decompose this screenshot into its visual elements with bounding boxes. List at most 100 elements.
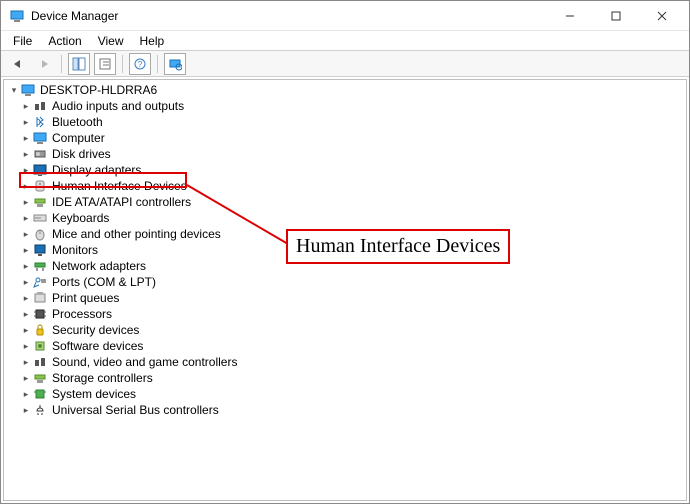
content-area: DESKTOP-HLDRRA6 Audio inputs and outputs… <box>1 77 689 503</box>
category-label: IDE ATA/ATAPI controllers <box>52 194 191 210</box>
caret-closed-icon[interactable] <box>20 162 32 178</box>
caret-closed-icon[interactable] <box>20 210 32 226</box>
scan-hardware-button[interactable] <box>164 53 186 75</box>
menu-file[interactable]: File <box>9 33 36 49</box>
category-icon <box>32 370 48 386</box>
category-label: Software devices <box>52 338 143 354</box>
category-node[interactable]: IDE ATA/ATAPI controllers <box>18 194 686 210</box>
category-icon <box>32 338 48 354</box>
category-node[interactable]: Computer <box>18 130 686 146</box>
annotation-callout-text: Human Interface Devices <box>296 235 500 257</box>
caret-closed-icon[interactable] <box>20 290 32 306</box>
caret-closed-icon[interactable] <box>20 226 32 242</box>
category-icon <box>32 290 48 306</box>
category-icon <box>32 162 48 178</box>
category-node[interactable]: Print queues <box>18 290 686 306</box>
category-node[interactable]: Disk drives <box>18 146 686 162</box>
category-label: Universal Serial Bus controllers <box>52 402 219 418</box>
caret-closed-icon[interactable] <box>20 386 32 402</box>
category-node[interactable]: Software devices <box>18 338 686 354</box>
category-label: Display adapters <box>52 162 141 178</box>
category-icon <box>32 306 48 322</box>
category-node[interactable]: Processors <box>18 306 686 322</box>
maximize-button[interactable] <box>593 1 639 31</box>
category-node[interactable]: Sound, video and game controllers <box>18 354 686 370</box>
category-label: Human Interface Devices <box>52 178 187 194</box>
category-icon <box>32 354 48 370</box>
caret-closed-icon[interactable] <box>20 146 32 162</box>
caret-closed-icon[interactable] <box>20 130 32 146</box>
titlebar: Device Manager <box>1 1 689 31</box>
help-button[interactable]: ? <box>129 53 151 75</box>
category-icon <box>32 146 48 162</box>
category-label: Monitors <box>52 242 98 258</box>
caret-closed-icon[interactable] <box>20 370 32 386</box>
toolbar: ? <box>1 51 689 77</box>
category-icon <box>32 402 48 418</box>
caret-closed-icon[interactable] <box>20 274 32 290</box>
menu-action[interactable]: Action <box>44 33 85 49</box>
caret-closed-icon[interactable] <box>20 306 32 322</box>
category-label: Print queues <box>52 290 119 306</box>
category-label: Disk drives <box>52 146 111 162</box>
minimize-button[interactable] <box>547 1 593 31</box>
caret-closed-icon[interactable] <box>20 322 32 338</box>
category-icon <box>32 274 48 290</box>
close-button[interactable] <box>639 1 685 31</box>
category-node[interactable]: Audio inputs and outputs <box>18 98 686 114</box>
caret-open-icon[interactable] <box>8 82 20 98</box>
device-tree[interactable]: DESKTOP-HLDRRA6 Audio inputs and outputs… <box>3 79 687 501</box>
caret-closed-icon[interactable] <box>20 258 32 274</box>
properties-button[interactable] <box>94 53 116 75</box>
caret-closed-icon[interactable] <box>20 114 32 130</box>
category-label: System devices <box>52 386 136 402</box>
svg-text:?: ? <box>138 60 143 69</box>
category-node[interactable]: Bluetooth <box>18 114 686 130</box>
category-icon <box>32 242 48 258</box>
category-label: Ports (COM & LPT) <box>52 274 156 290</box>
forward-button[interactable] <box>33 53 55 75</box>
caret-closed-icon[interactable] <box>20 98 32 114</box>
category-node[interactable]: Storage controllers <box>18 370 686 386</box>
category-icon <box>32 178 48 194</box>
category-icon <box>32 194 48 210</box>
category-label: Processors <box>52 306 112 322</box>
show-hide-tree-button[interactable] <box>68 53 90 75</box>
category-label: Mice and other pointing devices <box>52 226 221 242</box>
caret-closed-icon[interactable] <box>20 194 32 210</box>
root-label: DESKTOP-HLDRRA6 <box>40 82 157 98</box>
caret-closed-icon[interactable] <box>20 242 32 258</box>
annotation-callout: Human Interface Devices <box>286 229 510 264</box>
back-button[interactable] <box>7 53 29 75</box>
category-icon <box>32 322 48 338</box>
menubar: File Action View Help <box>1 31 689 51</box>
window-controls <box>547 1 685 31</box>
caret-closed-icon[interactable] <box>20 338 32 354</box>
category-node[interactable]: Security devices <box>18 322 686 338</box>
category-label: Computer <box>52 130 105 146</box>
category-node[interactable]: Universal Serial Bus controllers <box>18 402 686 418</box>
category-icon <box>32 258 48 274</box>
device-manager-window: Device Manager File Action View Help ? <box>0 0 690 504</box>
category-label: Bluetooth <box>52 114 103 130</box>
category-label: Network adapters <box>52 258 146 274</box>
caret-closed-icon[interactable] <box>20 402 32 418</box>
category-icon <box>32 386 48 402</box>
category-icon <box>32 130 48 146</box>
category-node[interactable]: Human Interface Devices <box>18 178 686 194</box>
category-node[interactable]: System devices <box>18 386 686 402</box>
category-node[interactable]: Ports (COM & LPT) <box>18 274 686 290</box>
category-node[interactable]: Display adapters <box>18 162 686 178</box>
caret-closed-icon[interactable] <box>20 178 32 194</box>
menu-help[interactable]: Help <box>136 33 169 49</box>
category-label: Storage controllers <box>52 370 153 386</box>
category-icon <box>32 114 48 130</box>
category-label: Security devices <box>52 322 139 338</box>
caret-closed-icon[interactable] <box>20 354 32 370</box>
root-node[interactable]: DESKTOP-HLDRRA6 <box>4 82 686 98</box>
device-manager-icon <box>9 8 25 24</box>
category-label: Keyboards <box>52 210 109 226</box>
menu-view[interactable]: View <box>94 33 128 49</box>
category-node[interactable]: Keyboards <box>18 210 686 226</box>
category-icon <box>32 210 48 226</box>
